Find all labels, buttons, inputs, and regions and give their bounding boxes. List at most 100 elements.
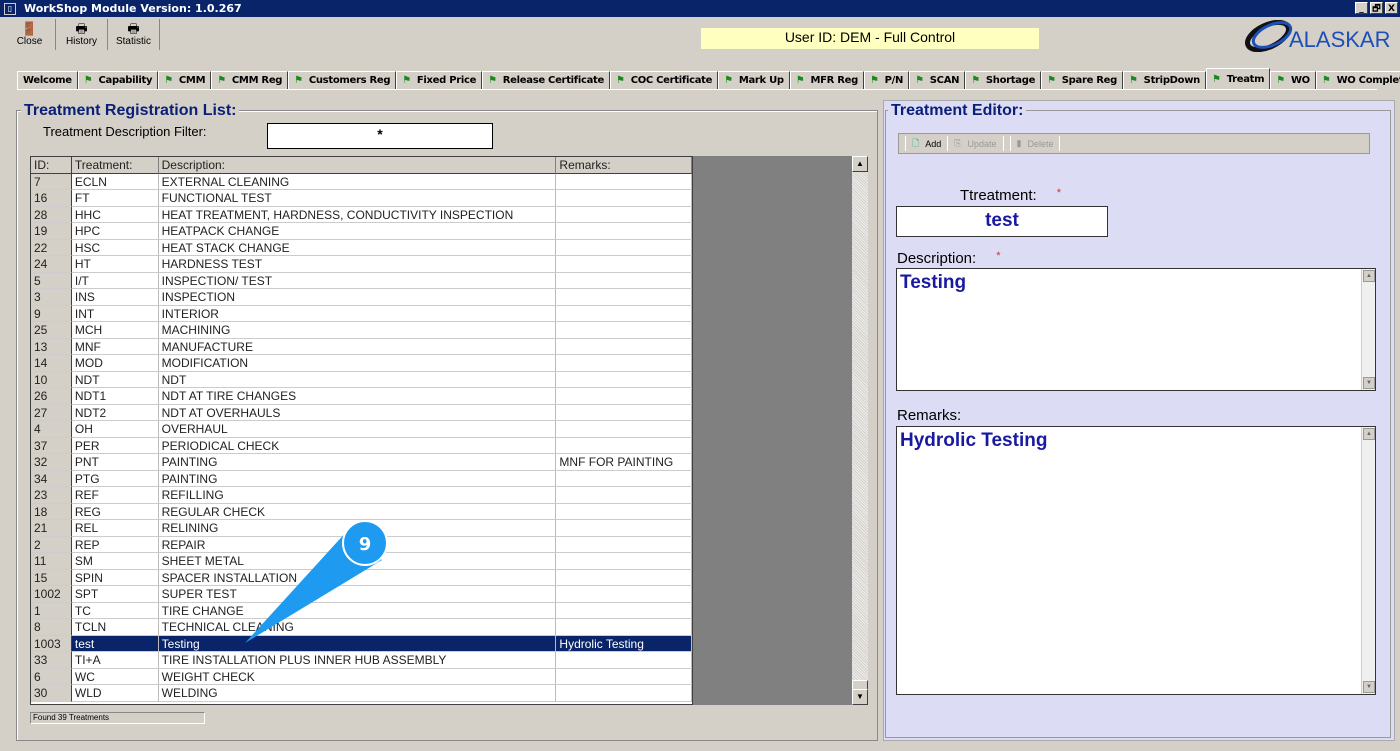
table-row[interactable]: 25 MCH MACHINING xyxy=(31,322,692,339)
description-cell: INSPECTION/ TEST xyxy=(158,272,557,289)
treatment-cell: I/T xyxy=(71,272,159,289)
description-filter-input[interactable]: * xyxy=(267,123,493,149)
delete-button[interactable]: Delete xyxy=(1027,139,1053,149)
remarks-textarea[interactable]: Hydrolic Testing ▲ ▼ xyxy=(896,426,1376,695)
table-row[interactable]: 32 PNT PAINTING MNF FOR PAINTING xyxy=(31,454,692,471)
treatment-cell: REL xyxy=(71,520,159,537)
tab-customers-reg[interactable]: ⚑ Customers Reg xyxy=(288,71,397,89)
table-row[interactable]: 19 HPC HEATPACK CHANGE xyxy=(31,223,692,240)
grid-scrollbar[interactable]: ▲ ▼ xyxy=(852,156,868,705)
history-button[interactable]: 🖶 History xyxy=(56,19,108,50)
description-cell: HEATPACK CHANGE xyxy=(158,223,557,240)
table-row[interactable]: 10 NDT NDT xyxy=(31,371,692,388)
statistic-button[interactable]: 🖶 Statistic xyxy=(108,19,160,50)
treatment-cell: TC xyxy=(71,602,159,619)
scroll-up-button[interactable]: ▲ xyxy=(852,156,868,172)
remarks-cell xyxy=(556,569,692,586)
table-row[interactable]: 9 INT INTERIOR xyxy=(31,305,692,322)
tab-release-certificate[interactable]: ⚑ Release Certificate xyxy=(482,71,611,89)
id-cell: 23 xyxy=(31,487,72,504)
editor-toolbar: 🗋 Add ⎘ Update ▮ Delete xyxy=(898,133,1370,154)
description-cell: REGULAR CHECK xyxy=(158,503,557,520)
flag-icon: ⚑ xyxy=(1321,75,1331,86)
app-icon: ▯ xyxy=(4,2,16,15)
table-row[interactable]: 30 WLD WELDING xyxy=(31,685,692,702)
tab-label: Shortage xyxy=(985,75,1036,86)
flag-icon: ⚑ xyxy=(1129,75,1138,86)
tab-cmm-reg[interactable]: ⚑ CMM Reg xyxy=(211,71,289,89)
table-row[interactable]: 37 PER PERIODICAL CHECK xyxy=(31,437,692,454)
description-cell: REFILLING xyxy=(158,487,557,504)
tab-treatm[interactable]: ⚑ Treatm xyxy=(1206,68,1271,89)
tab-welcome[interactable]: Welcome xyxy=(17,71,78,89)
table-row[interactable]: 2 REP REPAIR xyxy=(31,536,692,553)
statistic-label: Statistic xyxy=(115,36,151,47)
table-row[interactable]: 5 I/T INSPECTION/ TEST xyxy=(31,272,692,289)
filter-label: Treatment Description Filter: xyxy=(43,124,207,139)
remarks-scrollbar[interactable]: ▲ ▼ xyxy=(1361,427,1375,694)
table-row[interactable]: 3 INS INSPECTION xyxy=(31,289,692,306)
treatment-label: Ttreatment: xyxy=(960,187,1037,204)
table-row[interactable]: 27 NDT2 NDT AT OVERHAULS xyxy=(31,404,692,421)
table-row[interactable]: 26 NDT1 NDT AT TIRE CHANGES xyxy=(31,388,692,405)
table-row[interactable]: 33 TI+A TIRE INSTALLATION PLUS INNER HUB A… xyxy=(31,652,692,669)
minimize-button[interactable]: _ xyxy=(1355,2,1368,14)
table-row[interactable]: 1 TC TIRE CHANGE xyxy=(31,602,692,619)
table-row[interactable]: 1002 SPT SUPER TEST xyxy=(31,586,692,603)
id-cell: ID: xyxy=(31,157,72,174)
tab-capability[interactable]: ⚑ Capability xyxy=(77,71,159,89)
table-row[interactable]: 4 OH OVERHAUL xyxy=(31,421,692,438)
table-row[interactable]: 13 MNF MANUFACTURE xyxy=(31,338,692,355)
tab-wo-completion[interactable]: ⚑ WO Completion xyxy=(1315,71,1400,89)
description-scrollbar[interactable]: ▲ ▼ xyxy=(1361,269,1375,390)
table-row[interactable]: 22 HSC HEAT STACK CHANGE xyxy=(31,239,692,256)
printer-icon: 🖶 xyxy=(75,21,88,36)
restore-button[interactable]: 🗗 xyxy=(1370,2,1383,14)
table-row[interactable]: 28 HHC HEAT TREATMENT, HARDNESS, CONDUCTIV… xyxy=(31,206,692,223)
tab-mark-up[interactable]: ⚑ Mark Up xyxy=(718,71,790,89)
table-row[interactable]: 24 HT HARDNESS TEST xyxy=(31,256,692,273)
table-row[interactable]: 7 ECLN EXTERNAL CLEANING xyxy=(31,173,692,190)
table-row[interactable]: 16 FT FUNCTIONAL TEST xyxy=(31,190,692,207)
remarks-cell xyxy=(556,371,692,388)
table-row[interactable]: 18 REG REGULAR CHECK xyxy=(31,503,692,520)
tab-wo[interactable]: ⚑ WO xyxy=(1270,71,1316,89)
table-row[interactable]: 1003 test Testing Hydrolic Testing xyxy=(31,635,692,652)
tab-fixed-price[interactable]: ⚑ Fixed Price xyxy=(396,71,483,89)
tab-mfr-reg[interactable]: ⚑ MFR Reg xyxy=(789,71,864,89)
close-button[interactable]: 🚪 Close xyxy=(4,19,56,50)
close-window-button[interactable]: X xyxy=(1385,2,1398,14)
add-button[interactable]: Add xyxy=(925,139,941,149)
table-row[interactable]: 8 TCLN TECHNICAL CLEANING xyxy=(31,619,692,636)
description-cell: HARDNESS TEST xyxy=(158,256,557,273)
id-cell: 22 xyxy=(31,239,72,256)
id-cell: 8 xyxy=(31,619,72,636)
treatment-input[interactable]: test xyxy=(896,206,1108,237)
treatment-cell: INT xyxy=(71,305,159,322)
list-title: Treatment Registration List: xyxy=(21,102,240,120)
tab-stripdown[interactable]: ⚑ StripDown xyxy=(1123,71,1207,89)
table-row[interactable]: 15 SPIN SPACER INSTALLATION xyxy=(31,569,692,586)
tab-spare-reg[interactable]: ⚑ Spare Reg xyxy=(1041,71,1123,89)
remarks-cell xyxy=(556,685,692,702)
table-row[interactable]: 11 SM SHEET METAL xyxy=(31,553,692,570)
main-toolbar: 🚪 Close 🖶 History 🖶 Statistic xyxy=(4,19,160,50)
module-tabs: Welcome ⚑ Capability ⚑ CMM ⚑ CMM Reg ⚑ Customers… xyxy=(17,68,1400,90)
tab-p-n[interactable]: ⚑ P/N xyxy=(863,71,910,89)
description-cell: MANUFACTURE xyxy=(158,338,557,355)
tab-scan[interactable]: ⚑ SCAN xyxy=(909,71,966,89)
description-textarea[interactable]: Testing ▲ ▼ xyxy=(896,268,1376,391)
tab-shortage[interactable]: ⚑ Shortage xyxy=(965,71,1042,89)
tab-cmm[interactable]: ⚑ CMM xyxy=(158,71,212,89)
update-button[interactable]: Update xyxy=(967,139,996,149)
table-row[interactable]: 23 REF REFILLING xyxy=(31,487,692,504)
description-cell: TIRE CHANGE xyxy=(158,602,557,619)
table-row[interactable]: 34 PTG PAINTING xyxy=(31,470,692,487)
exit-door-icon: 🚪 xyxy=(21,21,38,36)
table-row[interactable]: 6 WC WEIGHT CHECK xyxy=(31,668,692,685)
tab-coc-certificate[interactable]: ⚑ COC Certificate xyxy=(610,71,719,89)
table-row[interactable]: 14 MOD MODIFICATION xyxy=(31,355,692,372)
flag-icon: ⚑ xyxy=(971,75,980,86)
table-row[interactable]: 21 REL RELINING xyxy=(31,520,692,537)
scroll-down-button[interactable]: ▼ xyxy=(852,689,868,705)
